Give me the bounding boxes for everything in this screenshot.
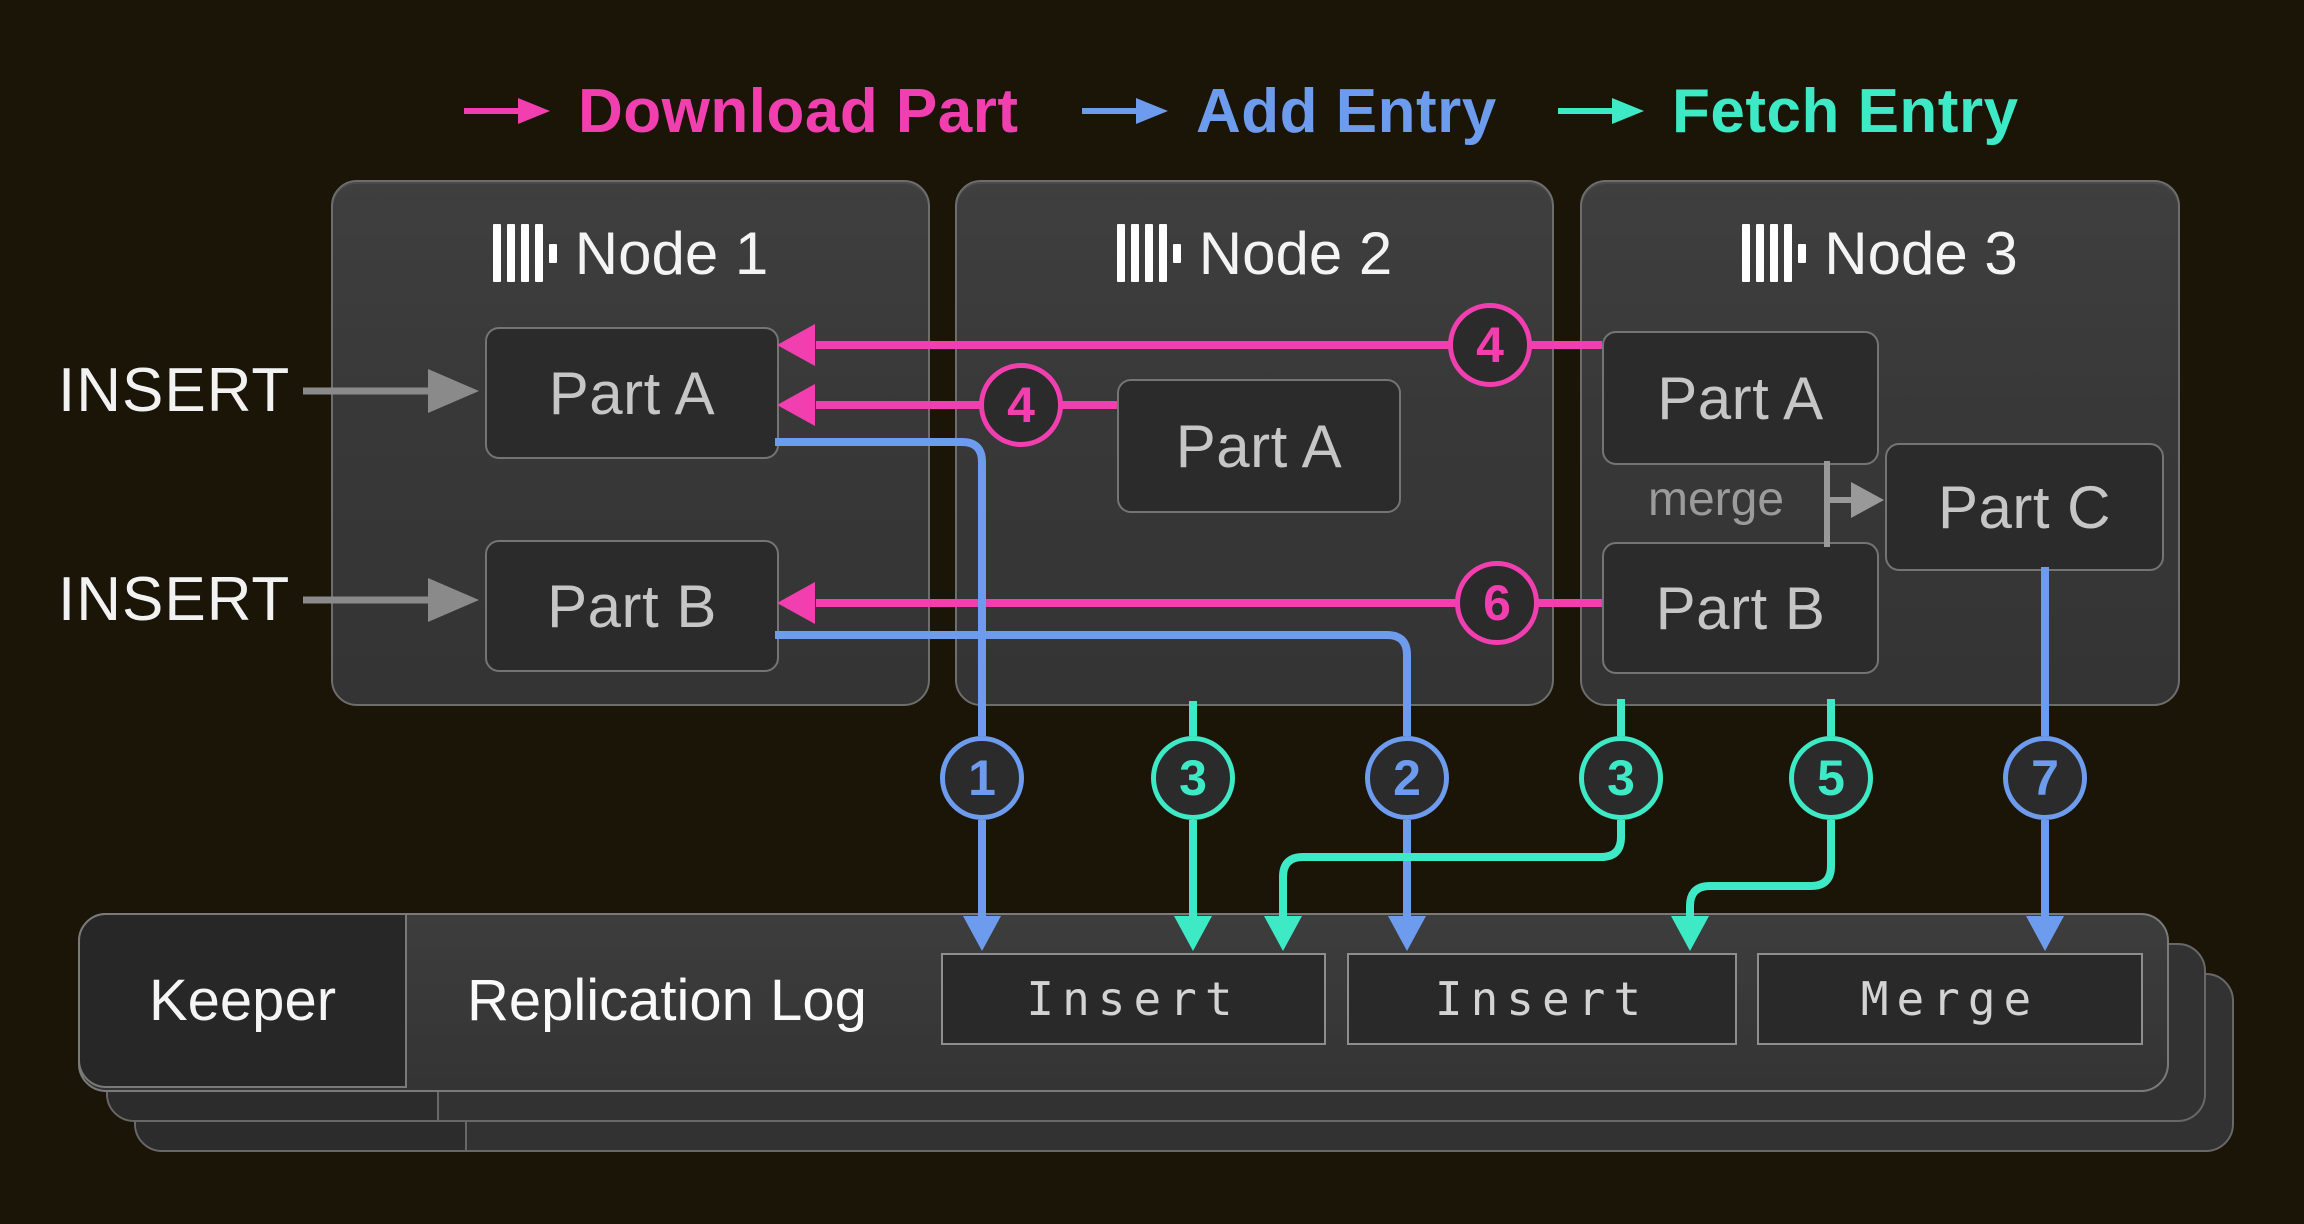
- node1-part-b: Part B: [485, 540, 779, 672]
- node1-part-a: Part A: [485, 327, 779, 459]
- step-badge-6: 6: [1455, 561, 1539, 645]
- insert-label-1: INSERT: [58, 355, 290, 427]
- step-badge-5: 5: [1789, 736, 1873, 820]
- step-badge-2: 2: [1365, 736, 1449, 820]
- node-2-title-label: Node 2: [1199, 219, 1392, 288]
- keeper-box: Keeper: [78, 913, 407, 1088]
- log-entry-merge: Merge: [1757, 953, 2143, 1045]
- clickhouse-logo-icon: [493, 224, 557, 282]
- clickhouse-logo-icon: [1742, 224, 1806, 282]
- download-part-arrow-icon: [462, 91, 552, 131]
- node2-part-a: Part A: [1117, 379, 1401, 513]
- replication-log-title: Replication Log: [467, 965, 867, 1037]
- log-entry-insert-1: Insert: [941, 953, 1326, 1045]
- legend-fetch-entry: Fetch Entry: [1556, 74, 2019, 148]
- add-entry-arrow-icon: [1080, 91, 1170, 131]
- node3-part-a: Part A: [1602, 331, 1879, 465]
- node3-part-b: Part B: [1602, 542, 1879, 674]
- clickhouse-logo-icon: [1117, 224, 1181, 282]
- log-entry-insert-2: Insert: [1347, 953, 1737, 1045]
- insert-label-2: INSERT: [58, 564, 290, 636]
- legend-download-part-label: Download Part: [578, 76, 1019, 147]
- legend-add-entry-label: Add Entry: [1196, 76, 1497, 147]
- fetch-entry-arrow-icon: [1556, 91, 1646, 131]
- node-3-title-label: Node 3: [1824, 219, 2017, 288]
- step-badge-4-node3: 4: [1448, 303, 1532, 387]
- step-badge-4-node2: 4: [979, 363, 1063, 447]
- step-badge-1: 1: [940, 736, 1024, 820]
- step-badge-7: 7: [2003, 736, 2087, 820]
- node-1-title-label: Node 1: [575, 219, 768, 288]
- node-1-title: Node 1: [333, 218, 928, 288]
- step-badge-3-node3: 3: [1579, 736, 1663, 820]
- step-badge-3-node2: 3: [1151, 736, 1235, 820]
- merge-label: merge: [1628, 471, 1804, 529]
- node3-part-c: Part C: [1885, 443, 2164, 571]
- replication-diagram: Download Part Add Entry Fetch Entry INSE…: [0, 0, 2304, 1224]
- node-2-title: Node 2: [957, 218, 1552, 288]
- node-3-title: Node 3: [1582, 218, 2178, 288]
- legend-download-part: Download Part: [462, 74, 1019, 148]
- legend-add-entry: Add Entry: [1080, 74, 1497, 148]
- legend-fetch-entry-label: Fetch Entry: [1672, 76, 2019, 147]
